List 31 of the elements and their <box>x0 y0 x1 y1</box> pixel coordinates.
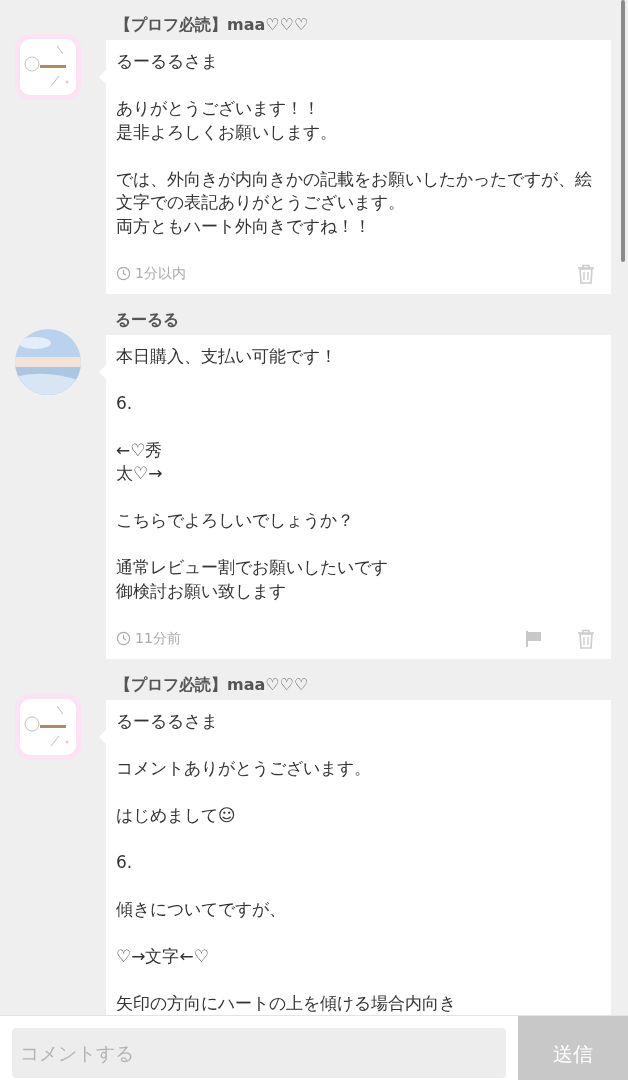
comment-text: 矢印の方向にハートの上を傾ける場合内向き <box>116 991 456 1015</box>
timestamp: 11分前 <box>135 629 181 648</box>
comment-text: 是非よろしくお願いします。 <box>116 120 337 144</box>
comment-text: こちらでよろしいでしょうか？ <box>116 509 354 532</box>
comment-text: るーるるさま <box>116 50 218 73</box>
comment-text: るーるるさま <box>116 709 218 733</box>
comment-text: 6. <box>116 850 133 874</box>
flag-icon[interactable] <box>525 628 543 649</box>
comment-text: ♡→文字←♡ <box>116 944 209 968</box>
comment-text: 傾きについてですが、 <box>116 897 286 921</box>
author-name: 【プロフ必読】maa♡♡♡ <box>114 14 310 36</box>
comment-input[interactable]: コメントする <box>12 1028 506 1078</box>
comment-text: はじめまして☺ <box>116 803 236 827</box>
comment-text: 6. <box>116 391 133 415</box>
comment-text: ありがとうございます！！ <box>116 97 320 120</box>
comment-text: 両方ともハート外向きですね！！ <box>116 214 371 238</box>
clock-icon <box>116 266 131 281</box>
trash-icon[interactable] <box>577 628 595 649</box>
comment-text: では、外向きが内向きかの記載をお願いしたかったですが、絵文字での表記ありがとうございます。 <box>116 167 593 214</box>
comment-text: 御検討お願い致します <box>116 579 286 603</box>
comment-text: ←♡秀 <box>116 438 163 462</box>
comment-text: 通常レビュー割でお願いしたいです <box>116 556 388 579</box>
comment-text: 太♡→ <box>116 462 163 485</box>
scrollbar[interactable] <box>621 0 625 262</box>
author-name: 【プロフ必読】maa♡♡♡ <box>114 673 310 696</box>
trash-icon[interactable] <box>577 263 595 284</box>
timestamp: 1分以内 <box>135 264 186 283</box>
clock-icon <box>116 631 131 646</box>
comment-text: 本日購入、支払い可能です！ <box>116 344 337 368</box>
comment-text: コメントありがとうございます。 <box>116 756 371 780</box>
author-name: るーるる <box>114 308 180 331</box>
